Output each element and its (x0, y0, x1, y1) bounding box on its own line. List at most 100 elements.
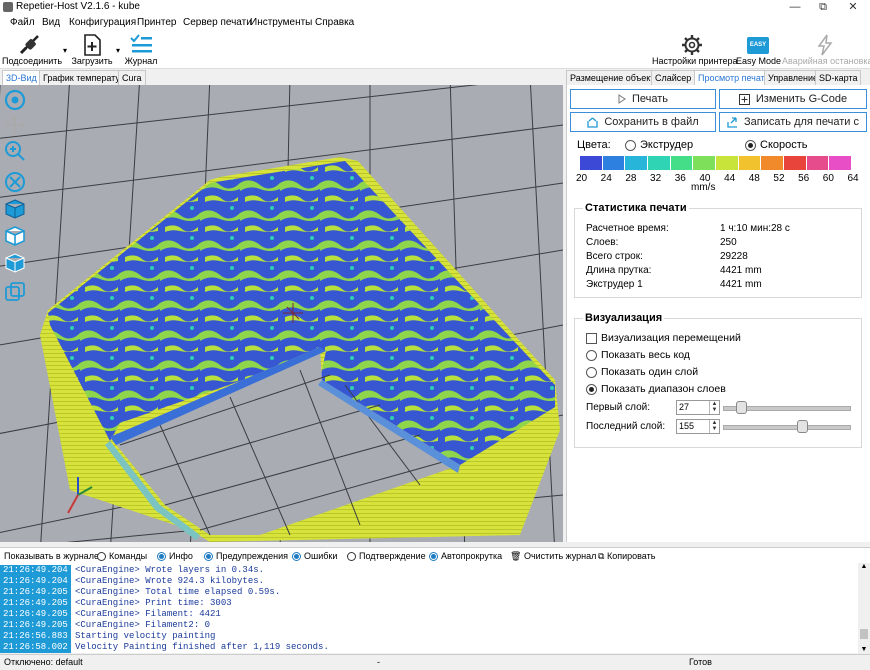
save-file-button[interactable]: Сохранить в файл (570, 112, 716, 132)
log-line: 21:26:49.204 <CuraEngine> Wrote layers in… (0, 565, 264, 576)
first-layer-stepper[interactable]: ▲ ▼ (709, 401, 719, 414)
edit-gcode-button[interactable]: Изменить G-Code (719, 89, 867, 109)
all-code-option[interactable]: Показать весь код (586, 349, 690, 361)
scroll-down-icon[interactable]: ▼ (858, 646, 870, 653)
last-layer-input[interactable]: 155 ▲ ▼ (676, 419, 720, 434)
tab-cura[interactable]: Cura (118, 70, 146, 86)
connect-dropdown-icon[interactable]: ▾ (63, 46, 67, 55)
scroll-thumb[interactable] (860, 629, 868, 639)
tab-slicer[interactable]: Слайсер (651, 70, 696, 86)
last-layer-thumb[interactable] (796, 420, 808, 433)
3d-viewport[interactable] (0, 85, 563, 542)
one-layer-option[interactable]: Показать один слой (586, 366, 698, 378)
travel-option[interactable]: Визуализация перемещений (586, 332, 741, 344)
copy-icon: ⧉ (598, 551, 605, 561)
tab-sd-card[interactable]: SD-карта (815, 70, 862, 86)
ack-radio[interactable] (347, 552, 356, 562)
first-down-icon[interactable]: ▼ (712, 407, 718, 413)
rotate-view-icon[interactable] (4, 89, 26, 111)
printer-settings-button[interactable]: Настройки принтера (652, 34, 738, 66)
front-view-icon[interactable] (4, 225, 26, 247)
emergency-stop-label: Аварийная остановка (782, 56, 870, 66)
tab-control[interactable]: Управление (764, 70, 823, 86)
easy-mode-button[interactable]: EASY Easy Mode (736, 34, 782, 66)
log-line: 21:26:49.205 <CuraEngine> Filament: 4421 (0, 609, 221, 620)
log-message: Velocity Painting finished after 1,119 s… (75, 642, 329, 652)
load-button[interactable]: Загрузить (70, 34, 114, 66)
travel-checkbox[interactable] (586, 332, 597, 344)
log-scrollbar[interactable]: ▲ ▼ (858, 563, 870, 653)
speed-tick-label: 52 (773, 173, 785, 184)
errors-radio[interactable] (292, 552, 301, 562)
log-commands-option[interactable]: Команды (97, 551, 148, 562)
menu-tools[interactable]: Инструменты (250, 17, 312, 28)
minimize-button[interactable]: — (780, 0, 810, 15)
last-layer-slider[interactable] (723, 419, 851, 433)
color-speed-option[interactable]: Скорость (745, 139, 808, 151)
copy-log-button[interactable]: ⧉ Копировать (598, 551, 655, 562)
first-layer-input[interactable]: 27 ▲ ▼ (676, 400, 720, 415)
last-layer-stepper[interactable]: ▲ ▼ (709, 420, 719, 433)
write-sd-button[interactable]: Записать для печати с (719, 112, 867, 132)
log-info-option[interactable]: Инфо (157, 551, 193, 562)
top-view-icon[interactable] (4, 252, 26, 274)
maximize-button[interactable]: ⧉ (808, 0, 838, 15)
iso-view-icon[interactable] (4, 198, 26, 220)
log-line: 21:26:49.205 <CuraEngine> Filament2: 0 (0, 620, 210, 631)
speed-scale-ticks: 20 24 28 32 36 40 44 48 52 56 60 64 (572, 173, 862, 185)
speed-color-swatch (580, 156, 603, 170)
zoom-icon[interactable] (4, 140, 26, 162)
first-layer-value: 27 (679, 402, 690, 412)
close-button[interactable]: ✕ (838, 0, 868, 15)
all-code-radio[interactable] (586, 349, 597, 361)
autoscroll-radio[interactable] (429, 552, 438, 562)
toolbar: Подсоединить ▾ Загрузить ▾ Журнал Настро… (0, 32, 870, 69)
menu-file[interactable]: Файл (10, 17, 35, 28)
stat-value-lines: 29228 (720, 251, 748, 262)
log-warnings-option[interactable]: Предупреждения (204, 551, 288, 562)
warnings-radio[interactable] (204, 552, 213, 562)
layer-range-radio[interactable] (586, 383, 597, 395)
fit-view-icon[interactable] (4, 171, 26, 193)
log-list-icon (130, 34, 152, 53)
tab-temperature-graph[interactable]: График температур (39, 70, 129, 86)
speed-tick-label: 20 (576, 173, 588, 184)
menu-help[interactable]: Справка (315, 17, 354, 28)
clear-log-button[interactable]: 🗑 Очистить журнал (510, 551, 596, 562)
menu-config[interactable]: Конфигурация (69, 17, 136, 28)
menu-printer[interactable]: Принтер (137, 17, 176, 28)
menu-print-server[interactable]: Сервер печати (183, 17, 252, 28)
log-autoscroll-option[interactable]: Автопрокрутка (429, 551, 502, 562)
one-layer-radio[interactable] (586, 366, 597, 378)
extruder-radio[interactable] (625, 139, 636, 151)
color-extruder-option[interactable]: Экструдер (625, 139, 693, 151)
easy-mode-icon: EASY (747, 37, 769, 54)
emergency-stop-button[interactable]: Аварийная остановка (782, 34, 870, 66)
connect-button[interactable]: Подсоединить (2, 34, 62, 66)
last-down-icon[interactable]: ▼ (712, 426, 718, 432)
load-dropdown-icon[interactable]: ▾ (116, 46, 120, 55)
print-button[interactable]: Печать (570, 89, 716, 109)
commands-label: Команды (109, 551, 148, 561)
easy-mode-label: Easy Mode (736, 56, 782, 66)
log-button[interactable]: Журнал (122, 34, 160, 66)
move-view-icon[interactable] (4, 114, 26, 136)
clear-log-label: Очистить журнал (523, 551, 597, 561)
log-output[interactable]: 21:26:49.204 <CuraEngine> Wrote layers in… (0, 563, 858, 653)
log-ack-option[interactable]: Подтверждение (347, 551, 426, 562)
tab-object-placement[interactable]: Размещение объекта (566, 70, 664, 86)
log-errors-option[interactable]: Ошибки (292, 551, 337, 562)
info-radio[interactable] (157, 552, 166, 562)
first-layer-slider[interactable] (723, 400, 851, 414)
speed-radio[interactable] (745, 139, 756, 151)
add-file-icon (84, 34, 101, 56)
log-timestamp: 21:26:49.205 (0, 587, 71, 598)
commands-radio[interactable] (97, 552, 106, 562)
parallel-view-icon[interactable] (4, 281, 26, 303)
scroll-up-icon[interactable]: ▲ (858, 563, 870, 570)
speed-color-swatch (693, 156, 717, 170)
menu-view[interactable]: Вид (42, 17, 60, 28)
layer-range-option[interactable]: Показать диапазон слоев (586, 383, 726, 395)
first-layer-thumb[interactable] (735, 401, 747, 414)
speed-label: Скорость (760, 139, 808, 151)
